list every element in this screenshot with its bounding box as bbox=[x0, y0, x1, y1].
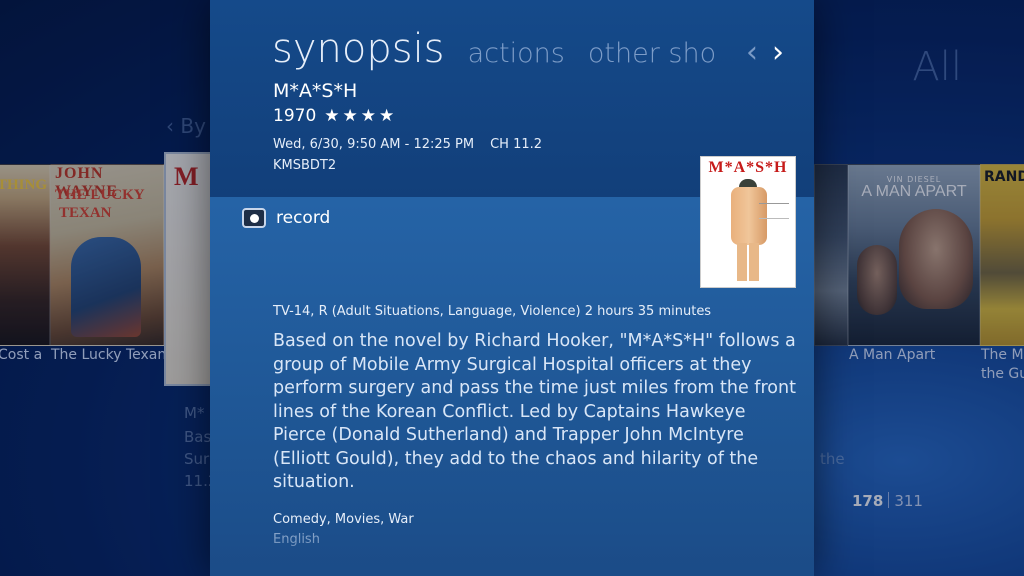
cover-fineprint bbox=[759, 203, 789, 219]
poster-caption: The M bbox=[981, 347, 1024, 363]
cover-title: M*A*S*H bbox=[708, 159, 788, 176]
genre-list: Comedy, Movies, War bbox=[273, 512, 414, 527]
poster-art-title: A MAN APART bbox=[861, 183, 967, 200]
poster-art-text: THING bbox=[0, 177, 48, 193]
poster-mash-selected[interactable]: M bbox=[164, 152, 212, 386]
counter-current: 178 bbox=[852, 492, 884, 510]
faded-text: Bas bbox=[184, 428, 212, 446]
program-title: M*A*S*H bbox=[273, 80, 358, 102]
tab-other-shows[interactable]: other shows bbox=[588, 38, 714, 69]
poster-figure bbox=[71, 237, 141, 337]
sort-by-heading[interactable]: ‹ By bbox=[166, 114, 206, 138]
poster-figure bbox=[857, 245, 897, 315]
faded-text: Sur bbox=[184, 450, 210, 468]
chevron-right-icon[interactable]: › bbox=[772, 38, 784, 68]
poster-cost-a[interactable]: THING bbox=[0, 164, 50, 346]
details-panel: synopsis actions other shows ‹ › M*A*S*H… bbox=[210, 0, 814, 576]
program-airtime: Wed, 6/30, 9:50 AM - 12:25 PM CH 11.2 bbox=[273, 137, 542, 152]
tab-navigation: ‹ › bbox=[746, 38, 784, 68]
scroll-fade bbox=[210, 536, 814, 576]
cover-art: M*A*S*H bbox=[700, 156, 796, 288]
record-button[interactable]: record bbox=[242, 208, 330, 228]
poster-art-text: RAND bbox=[984, 169, 1024, 185]
item-counter: 178 311 bbox=[852, 492, 923, 510]
program-year: 1970 bbox=[273, 106, 317, 126]
tab-synopsis[interactable]: synopsis bbox=[272, 26, 445, 72]
channel-number: CH 11.2 bbox=[490, 137, 543, 152]
station-callsign: KMSBDT2 bbox=[273, 158, 337, 173]
poster-random[interactable]: RAND bbox=[980, 164, 1024, 346]
poster-caption: Cost a bbox=[0, 347, 43, 363]
rating-duration: TV-14, R (Adult Situations, Language, Vi… bbox=[273, 304, 712, 319]
poster-caption: the Gu bbox=[981, 366, 1024, 382]
tab-strip: synopsis actions other shows bbox=[272, 26, 714, 76]
poster-partial[interactable] bbox=[814, 164, 848, 346]
tab-actions[interactable]: actions bbox=[468, 38, 565, 69]
poster-figure bbox=[899, 209, 973, 309]
legs-graphic bbox=[737, 243, 759, 281]
star-rating: ★★★★ bbox=[324, 106, 398, 126]
counter-total: 311 bbox=[894, 492, 923, 510]
faded-text: M* bbox=[184, 404, 205, 422]
poster-art-title: THE LUCKY bbox=[55, 187, 145, 203]
poster-the-lucky-texan[interactable]: JOHN WAYNE THE LUCKY TEXAN bbox=[50, 164, 164, 346]
record-icon bbox=[242, 208, 266, 228]
chevron-left-icon[interactable]: ‹ bbox=[746, 38, 758, 68]
counter-divider bbox=[888, 492, 890, 508]
poster-caption: A Man Apart bbox=[849, 347, 936, 363]
faded-text: the bbox=[820, 450, 845, 468]
program-year-rating: 1970 ★★★★ bbox=[273, 106, 397, 126]
record-label: record bbox=[276, 208, 331, 228]
synopsis-text: Based on the novel by Richard Hooker, "M… bbox=[273, 331, 796, 492]
poster-caption: The Lucky Texan bbox=[51, 347, 167, 363]
poster-art-title: TEXAN bbox=[59, 205, 112, 221]
poster-a-man-apart[interactable]: VIN DIESEL A MAN APART bbox=[848, 164, 980, 346]
section-heading-all: All bbox=[912, 44, 962, 90]
poster-art-text: M bbox=[174, 162, 199, 191]
airtime-text: Wed, 6/30, 9:50 AM - 12:25 PM bbox=[273, 137, 475, 152]
